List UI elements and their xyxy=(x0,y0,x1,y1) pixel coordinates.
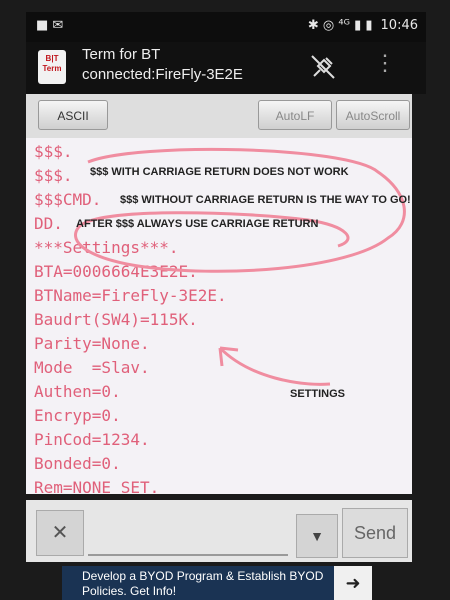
annotation-note: AFTER $$$ ALWAYS USE CARRIAGE RETURN xyxy=(76,218,319,230)
command-input[interactable] xyxy=(88,514,288,556)
status-icons: ✱ ◎ ⁴ᴳ ▮ ▮ 10:46 xyxy=(308,18,418,33)
overflow-menu-icon[interactable]: ⋮ xyxy=(374,50,396,76)
history-dropdown-icon[interactable]: ▼ xyxy=(296,514,338,558)
terminal-line: Encryp=0. xyxy=(34,406,121,425)
app-title: Term for BT xyxy=(82,46,161,63)
app-icon[interactable]: B|T Term xyxy=(38,50,66,84)
signal-icons: ✱ ◎ ⁴ᴳ ▮ ▮ xyxy=(307,18,373,33)
ascii-button[interactable]: ASCII xyxy=(38,100,108,130)
annotation-lasso xyxy=(74,147,406,273)
annotation-note: $$$ WITH CARRIAGE RETURN DOES NOT WORK xyxy=(90,166,349,178)
annotation-note: $$$ WITHOUT CARRIAGE RETURN IS THE WAY T… xyxy=(120,194,411,206)
autolf-button[interactable]: AutoLF xyxy=(258,100,332,130)
settings-annotation: SETTINGS xyxy=(290,388,346,400)
clear-button[interactable]: ✕ xyxy=(36,510,84,556)
terminal-line: PinCod=1234. xyxy=(34,430,150,449)
annotation-arrow xyxy=(218,346,331,386)
ad-banner[interactable]: Develop a BYOD Program & Establish BYOD … xyxy=(62,566,372,600)
connection-status: connected:FireFly-3E2E xyxy=(82,66,243,83)
terminal-line: Bonded=0. xyxy=(34,454,121,473)
send-button[interactable]: Send xyxy=(342,508,408,558)
terminal-line: BTName=FireFly-3E2E. xyxy=(34,286,227,305)
disconnect-icon[interactable] xyxy=(308,52,338,88)
send-bar: ✕ ▼ Send xyxy=(26,500,412,562)
notification-icons: ■ ✉ xyxy=(36,18,64,33)
status-bar: ■ ✉ ✱ ◎ ⁴ᴳ ▮ ▮ 10:46 xyxy=(26,12,426,42)
autoscroll-button[interactable]: AutoScroll xyxy=(336,100,410,130)
terminal-line: Rem=NONE SET. xyxy=(34,478,160,497)
phone-frame: ■ ✉ ✱ ◎ ⁴ᴳ ▮ ▮ 10:46 B|T Term Term for B… xyxy=(0,0,450,600)
toolbar: ASCII AutoLF AutoScroll xyxy=(26,94,412,138)
app-bar: B|T Term Term for BT connected:FireFly-3… xyxy=(26,42,426,94)
clock: 10:46 xyxy=(380,18,418,33)
arrow-right-icon[interactable]: ➜ xyxy=(334,566,372,600)
